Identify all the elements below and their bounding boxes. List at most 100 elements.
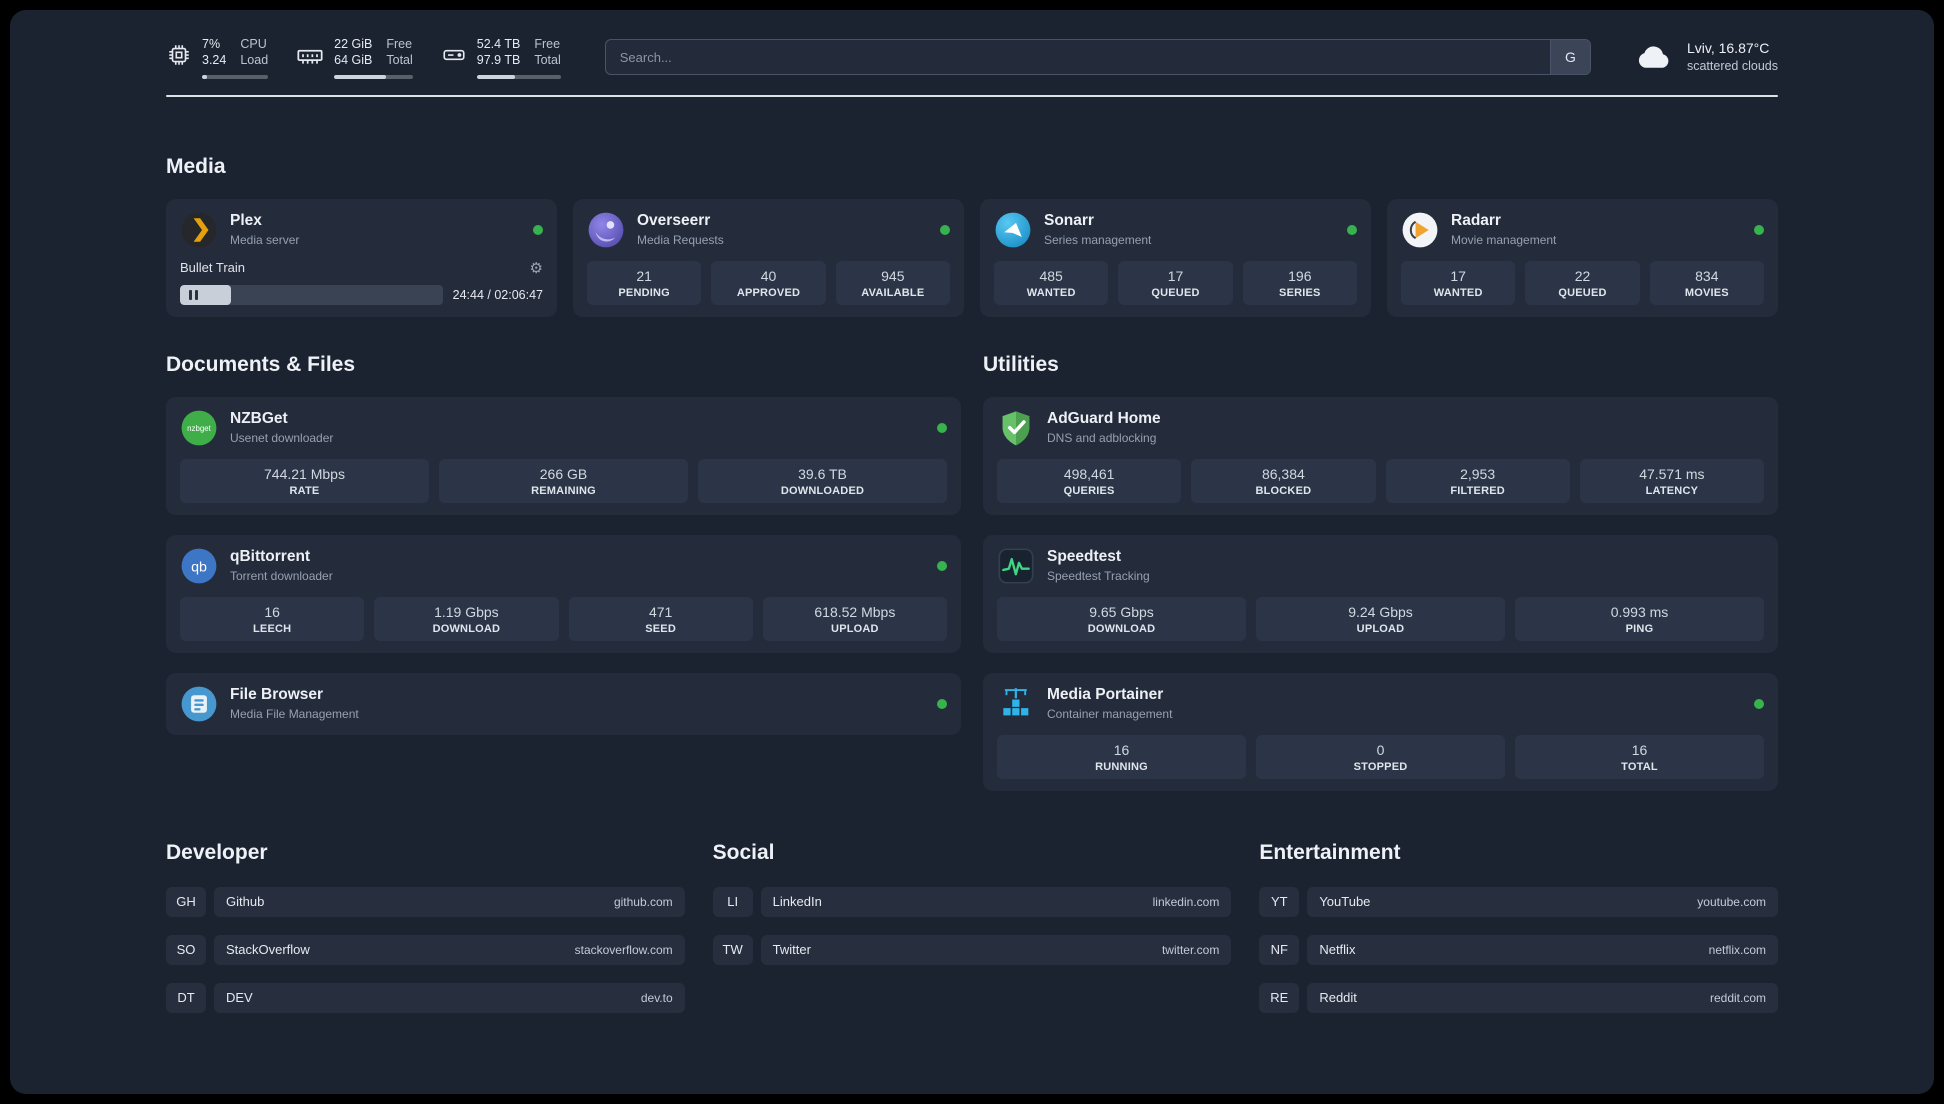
card-subtitle: Media File Management: [230, 707, 359, 721]
card-radarr[interactable]: Radarr Movie management 17 WANTED 22 QUE…: [1387, 198, 1778, 317]
bookmark-abbr[interactable]: NF: [1259, 934, 1300, 965]
portainer-icon: [997, 685, 1035, 723]
stat-total: 16 TOTAL: [1515, 734, 1764, 779]
stat-available: 945 AVAILABLE: [835, 260, 950, 305]
svg-text:qb: qb: [191, 559, 207, 575]
overseerr-icon: [587, 211, 625, 249]
card-adguard[interactable]: AdGuard Home DNS and adblocking 498,461 …: [983, 396, 1778, 515]
ram-monitor: 22 GiB 64 GiB Free Total: [296, 36, 413, 79]
bookmark-abbr[interactable]: GH: [166, 886, 206, 917]
search-box: G: [604, 39, 1591, 76]
bookmark-link[interactable]: Netflix netflix.com: [1307, 934, 1778, 965]
card-subtitle: Usenet downloader: [230, 431, 334, 445]
disk-usage-bar: [476, 74, 561, 79]
section-title-entertainment: Entertainment: [1259, 840, 1401, 864]
stat-remaining: 266 GB REMAINING: [439, 458, 688, 503]
card-subtitle: Media server: [230, 233, 300, 247]
svg-text:nzbget: nzbget: [187, 423, 212, 432]
card-plex[interactable]: Plex Media server Bullet Train ⚙ 24:44 /…: [166, 198, 557, 317]
weather-widget: Lviv, 16.87°C scattered clouds: [1633, 39, 1778, 76]
card-title: Radarr: [1451, 212, 1501, 229]
ram-free-label: Free: [386, 37, 413, 51]
card-qbittorrent[interactable]: qb qBittorrent Torrent downloader 16 LEE…: [166, 534, 961, 653]
bookmark-link[interactable]: DEV dev.to: [214, 982, 685, 1013]
card-title: File Browser: [230, 686, 324, 703]
bookmark-abbr[interactable]: SO: [166, 934, 206, 965]
stat-upload: 9.24 Gbps UPLOAD: [1256, 596, 1505, 641]
ram-total-value: 64 GiB: [334, 53, 373, 68]
stat-filtered: 2,953 FILTERED: [1385, 458, 1570, 503]
bookmark-name: Reddit: [1319, 990, 1357, 1005]
bookmark-link[interactable]: Twitter twitter.com: [760, 934, 1232, 965]
bookmark-abbr[interactable]: DT: [166, 982, 206, 1013]
bookmark-name: Twitter: [772, 942, 811, 957]
bookmark-abbr[interactable]: YT: [1259, 886, 1300, 917]
stat-download: 9.65 Gbps DOWNLOAD: [997, 596, 1246, 641]
bookmark-link[interactable]: Reddit reddit.com: [1307, 982, 1778, 1013]
card-overseerr[interactable]: Overseerr Media Requests 21 PENDING 40 A…: [573, 198, 964, 317]
cpu-load-value: 3.24: [202, 53, 227, 68]
speedtest-icon: [997, 547, 1035, 585]
weather-condition: scattered clouds: [1686, 59, 1778, 74]
stat-stopped: 0 STOPPED: [1256, 734, 1505, 779]
card-nzbget[interactable]: nzbget NZBGet Usenet downloader 744.21 M…: [166, 396, 961, 515]
plex-icon: [180, 211, 218, 249]
bookmark-url: stackoverflow.com: [574, 942, 673, 957]
section-title-utilities: Utilities: [983, 352, 1059, 376]
stat-pending: 21 PENDING: [587, 260, 702, 305]
dashboard-panel: 7% 3.24 CPU Load 22 GiB 64 GiB Free Tota…: [10, 10, 1934, 1094]
bookmark-dev[interactable]: DT DEV dev.to: [166, 982, 685, 1013]
stat-queued: 17 QUEUED: [1118, 260, 1233, 305]
bookmark-link[interactable]: YouTube youtube.com: [1307, 886, 1778, 917]
bookmark-reddit[interactable]: RE Reddit reddit.com: [1259, 982, 1778, 1013]
bookmark-abbr[interactable]: TW: [712, 934, 753, 965]
card-speedtest[interactable]: Speedtest Speedtest Tracking 9.65 Gbps D…: [983, 534, 1778, 653]
bookmark-link[interactable]: Github github.com: [214, 886, 685, 917]
card-title: Overseerr: [637, 212, 711, 229]
bookmark-link[interactable]: StackOverflow stackoverflow.com: [214, 934, 685, 965]
adguard-icon: [997, 409, 1035, 447]
disk-monitor: 52.4 TB 97.9 TB Free Total: [441, 36, 561, 79]
bookmark-abbr[interactable]: RE: [1259, 982, 1300, 1013]
status-dot: [940, 224, 950, 235]
topbar-divider: [166, 94, 1778, 97]
bookmark-stackoverflow[interactable]: SO StackOverflow stackoverflow.com: [166, 934, 685, 965]
card-portainer[interactable]: Media Portainer Container management 16 …: [983, 672, 1778, 791]
status-dot: [937, 560, 947, 571]
bookmark-group-entertainment: Entertainment YT YouTube youtube.com NF …: [1259, 841, 1778, 1031]
bookmark-url: youtube.com: [1697, 894, 1766, 909]
bookmark-twitter[interactable]: TW Twitter twitter.com: [712, 934, 1232, 965]
playback-progress-fill: [180, 284, 232, 305]
bookmark-name: DEV: [226, 990, 253, 1005]
section-title-social: Social: [712, 840, 775, 864]
stat-leech: 16 LEECH: [180, 596, 365, 641]
stat-wanted: 17 WANTED: [1401, 260, 1516, 305]
pause-icon[interactable]: [189, 289, 198, 300]
stat-ping: 0.993 ms PING: [1515, 596, 1764, 641]
bookmark-github[interactable]: GH Github github.com: [166, 886, 685, 917]
bookmark-netflix[interactable]: NF Netflix netflix.com: [1259, 934, 1778, 965]
filebrowser-icon: [180, 685, 218, 723]
gear-icon[interactable]: ⚙: [530, 259, 543, 277]
card-filebrowser[interactable]: File Browser Media File Management: [166, 672, 961, 735]
card-title: Speedtest: [1047, 548, 1122, 565]
cpu-usage-bar: [202, 74, 269, 79]
bookmark-linkedin[interactable]: LI LinkedIn linkedin.com: [712, 886, 1232, 917]
search-input[interactable]: [604, 39, 1591, 76]
playback-progress-bar[interactable]: [180, 284, 443, 305]
card-title: AdGuard Home: [1047, 410, 1161, 427]
search-provider-button[interactable]: G: [1549, 40, 1590, 75]
card-sonarr[interactable]: Sonarr Series management 485 WANTED 17 Q…: [980, 198, 1371, 317]
cpu-monitor: 7% 3.24 CPU Load: [166, 36, 269, 79]
bookmark-name: LinkedIn: [772, 894, 822, 909]
bookmark-abbr[interactable]: LI: [712, 886, 753, 917]
bookmark-youtube[interactable]: YT YouTube youtube.com: [1259, 886, 1778, 917]
card-title: Media Portainer: [1047, 686, 1164, 703]
bookmarks-area: Developer GH Github github.com SO StackO…: [166, 841, 1778, 1031]
stat-queries: 498,461 QUERIES: [997, 458, 1182, 503]
card-title: NZBGet: [230, 410, 288, 427]
stat-latency: 47.571 ms LATENCY: [1579, 458, 1764, 503]
now-playing-title: Bullet Train: [180, 260, 246, 275]
bookmark-link[interactable]: LinkedIn linkedin.com: [760, 886, 1232, 917]
bookmark-group-social: Social LI LinkedIn linkedin.com TW Twitt…: [712, 840, 1232, 1031]
